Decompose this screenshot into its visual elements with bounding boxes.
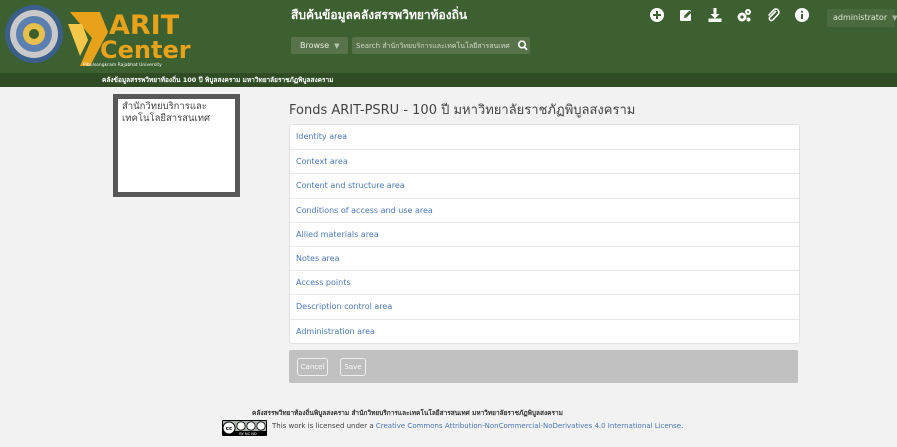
paperclip-icon[interactable] [765,7,781,23]
user-menu-button[interactable]: administrator ▼ [827,9,897,27]
breadcrumb[interactable]: คลังข้อมูลสรรพวิทยาท้องถิ่น 100 ปี พิบูล… [102,73,333,87]
section-administration-area[interactable]: Administration area [290,318,799,343]
download-icon[interactable] [707,7,723,23]
repository-logo-box[interactable]: สำนักวิทยบริการและ เทคโนโลยีสารสนเทศ [113,94,240,197]
browse-dropdown-button[interactable]: Browse ▼ [291,37,348,54]
svg-text:Pibulsongkram Rajabhat Univers: Pibulsongkram Rajabhat University [83,62,162,68]
section-access-points[interactable]: Access points [290,270,799,294]
svg-text:cc: cc [226,426,233,432]
page-title: Fonds ARIT-PSRU - 100 ปี มหาวิทยาลัยราชภ… [289,103,636,118]
section-content-structure-area[interactable]: Content and structure area [290,173,799,197]
cogs-icon[interactable] [736,7,752,23]
section-description-control-area[interactable]: Description control area [290,294,799,318]
university-logo[interactable]: ARIT Center Pibulsongkram Rajabhat Unive… [2,2,233,69]
plus-circle-icon[interactable] [649,7,665,23]
creative-commons-badge-icon[interactable]: cc BY NC ND [222,420,267,436]
save-button[interactable]: Save [340,358,366,376]
section-notes-area[interactable]: Notes area [290,245,799,270]
section-list: Identity area Context area Content and s… [289,124,800,344]
edit-icon[interactable] [678,7,694,23]
license-link[interactable]: Creative Commons Attribution-NonCommerci… [376,422,681,430]
repository-name-line1: สำนักวิทยบริการและ [122,101,207,112]
form-actions-bar: Cancel Save [289,350,798,383]
cancel-button[interactable]: Cancel [297,358,328,376]
search-icon [517,40,528,51]
repository-name-line2: เทคโนโลยีสารสนเทศ [122,113,211,124]
chevron-down-icon: ▼ [892,14,897,22]
license-prefix: This work is licensed under a [272,422,376,430]
footer-organization: คลังสรรพวิทยาท้องถิ่นพิบูลสงคราม สำนักวิ… [252,409,563,417]
site-title[interactable]: สืบค้นข้อมูลคลังสรรพวิทยาท้องถิ่น [291,6,467,25]
search-button[interactable] [516,37,530,54]
svg-text:Center: Center [100,36,191,64]
user-name: administrator [833,13,888,22]
section-conditions-access-use-area[interactable]: Conditions of access and use area [290,197,799,222]
section-context-area[interactable]: Context area [290,149,799,173]
site-header: ARIT Center Pibulsongkram Rajabhat Unive… [0,0,897,73]
info-icon[interactable] [794,7,810,23]
breadcrumb-bar: คลังข้อมูลสรรพวิทยาท้องถิ่น 100 ปี พิบูล… [0,73,897,87]
section-allied-materials-area[interactable]: Allied materials area [290,221,799,246]
search-input[interactable] [352,37,516,54]
svg-text:BY NC ND: BY NC ND [239,432,257,436]
browse-label: Browse [300,41,330,50]
license-suffix: . [681,422,684,430]
section-identity-area[interactable]: Identity area [290,125,799,149]
chevron-down-icon: ▼ [334,42,340,50]
license-text: This work is licensed under a Creative C… [272,422,683,430]
